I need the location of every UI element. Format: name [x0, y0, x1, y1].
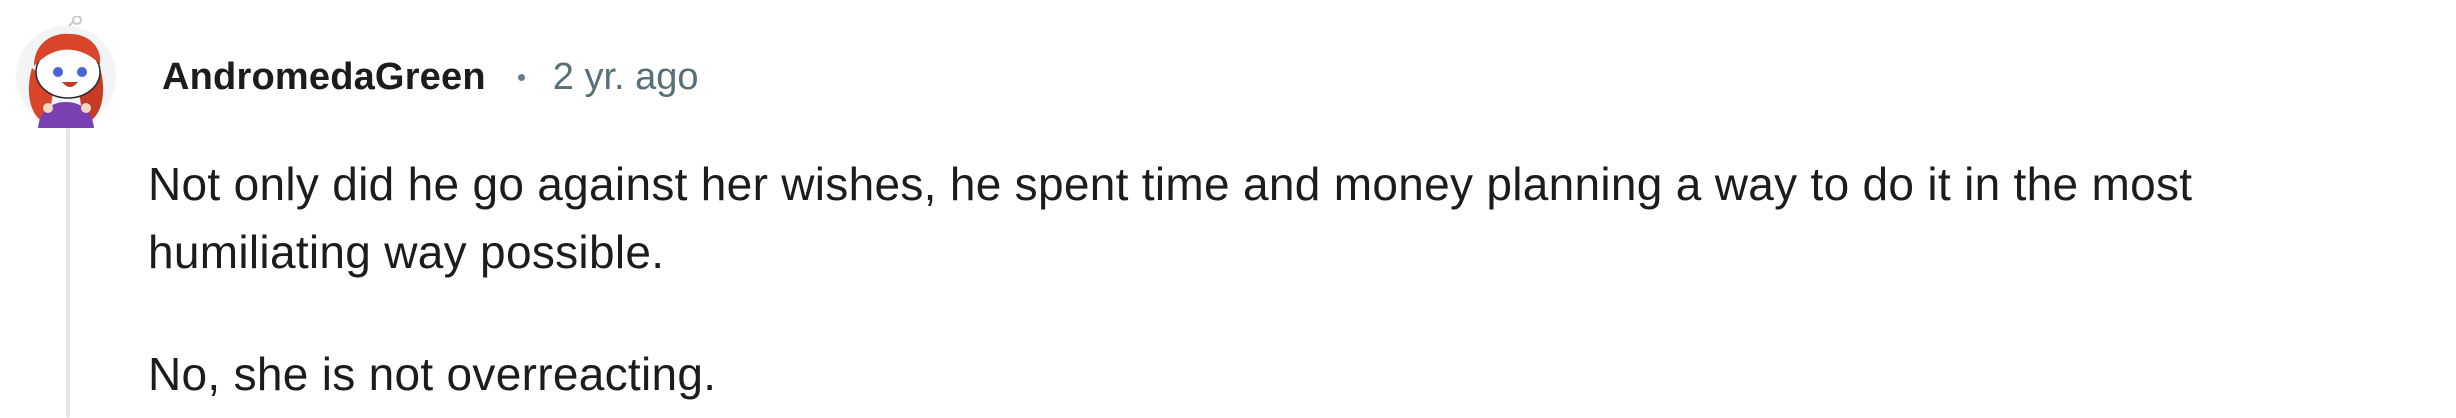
timestamp[interactable]: 2 yr. ago [553, 56, 699, 99]
author-name[interactable]: AndromedaGreen [162, 56, 486, 99]
snoo-avatar-icon [16, 16, 116, 128]
comment-meta: AndromedaGreen 2 yr. ago [162, 52, 699, 102]
avatar[interactable] [14, 16, 118, 128]
meta-separator-dot [517, 73, 525, 81]
comment-body: Not only did he go against her wishes, h… [148, 150, 2408, 408]
comment: AndromedaGreen 2 yr. ago Not only did he… [0, 0, 2456, 418]
comment-paragraph: No, she is not overreacting. [148, 348, 717, 400]
thread-line[interactable] [66, 128, 70, 418]
comment-paragraph: Not only did he go against her wishes, h… [148, 158, 2193, 278]
